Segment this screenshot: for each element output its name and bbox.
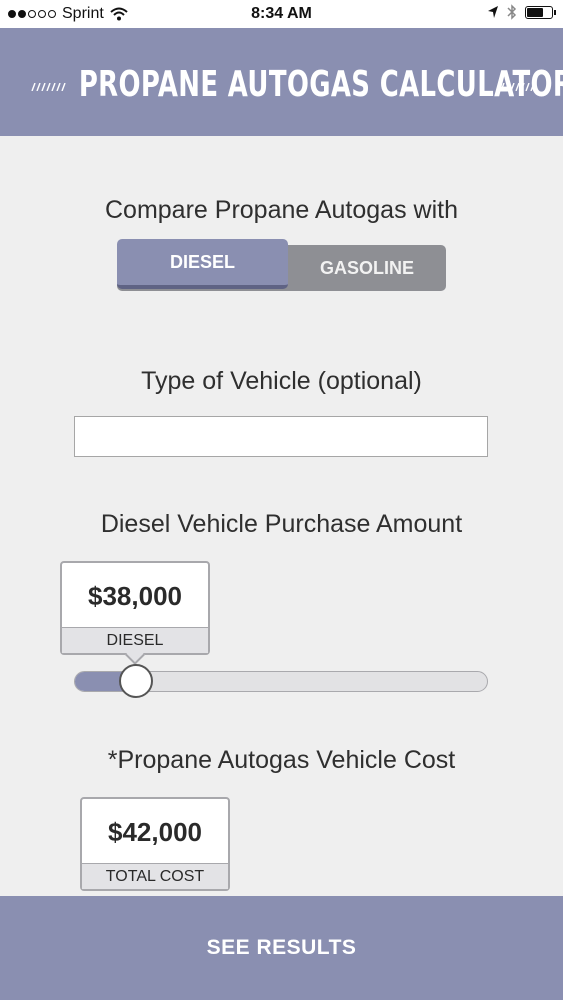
compare-label: Compare Propane Autogas with <box>105 196 458 224</box>
vehicle-type-label: Type of Vehicle (optional) <box>141 367 422 395</box>
status-bar: Sprint 8:34 AM <box>0 0 563 28</box>
fuel-toggle: GASOLINE DIESEL <box>117 239 446 292</box>
status-right <box>487 4 556 20</box>
propane-cost-box: $42,000 TOTAL COST <box>80 797 230 891</box>
see-results-button[interactable]: SEE RESULTS <box>0 896 563 1000</box>
location-arrow-icon <box>488 6 498 18</box>
purchase-amount-box: $38,000 DIESEL <box>60 561 210 655</box>
decorative-hatch-icon <box>500 83 535 91</box>
propane-cost-label: *Propane Autogas Vehicle Cost <box>107 746 456 774</box>
bluetooth-icon <box>507 4 517 20</box>
propane-cost-tag: TOTAL COST <box>82 863 228 889</box>
gasoline-option-label: GASOLINE <box>319 258 414 278</box>
purchase-amount-value: $38,000 <box>88 581 182 611</box>
slider-handle[interactable] <box>119 664 154 698</box>
see-results-bar: SEE RESULTS <box>0 896 563 1000</box>
battery-fill <box>527 7 543 17</box>
decorative-hatch-icon <box>31 83 66 91</box>
vehicle-type-input[interactable] <box>74 416 488 457</box>
propane-cost-value: $42,000 <box>108 817 202 847</box>
battery-icon <box>525 5 556 19</box>
diesel-option[interactable]: DIESEL <box>117 239 288 289</box>
page-title: PROPANE AUTOGAS CALCULATOR <box>78 64 563 105</box>
status-time: 8:34 AM <box>251 5 312 22</box>
purchase-amount-label: Diesel Vehicle Purchase Amount <box>100 510 463 538</box>
app-header: PROPANE AUTOGAS CALCULATOR <box>0 28 563 136</box>
diesel-option-label: DIESEL <box>169 252 235 272</box>
